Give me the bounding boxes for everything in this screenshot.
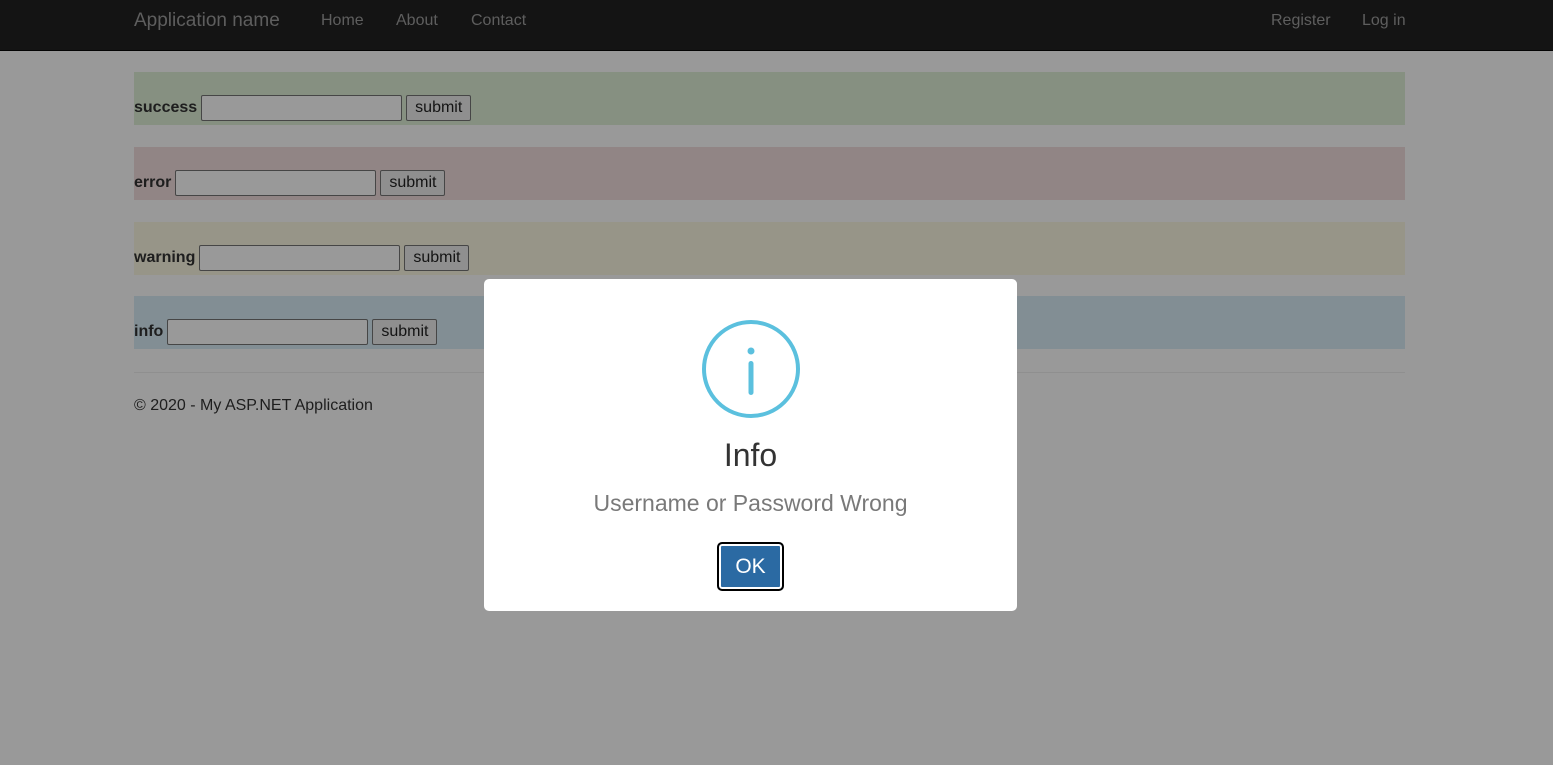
- dialog-message: Username or Password Wrong: [593, 490, 908, 516]
- info-icon: [702, 320, 800, 418]
- dialog-title: Info: [723, 437, 778, 473]
- ok-button[interactable]: OK: [717, 542, 784, 591]
- info-dialog: Info Username or Password Wrong OK: [484, 279, 1017, 611]
